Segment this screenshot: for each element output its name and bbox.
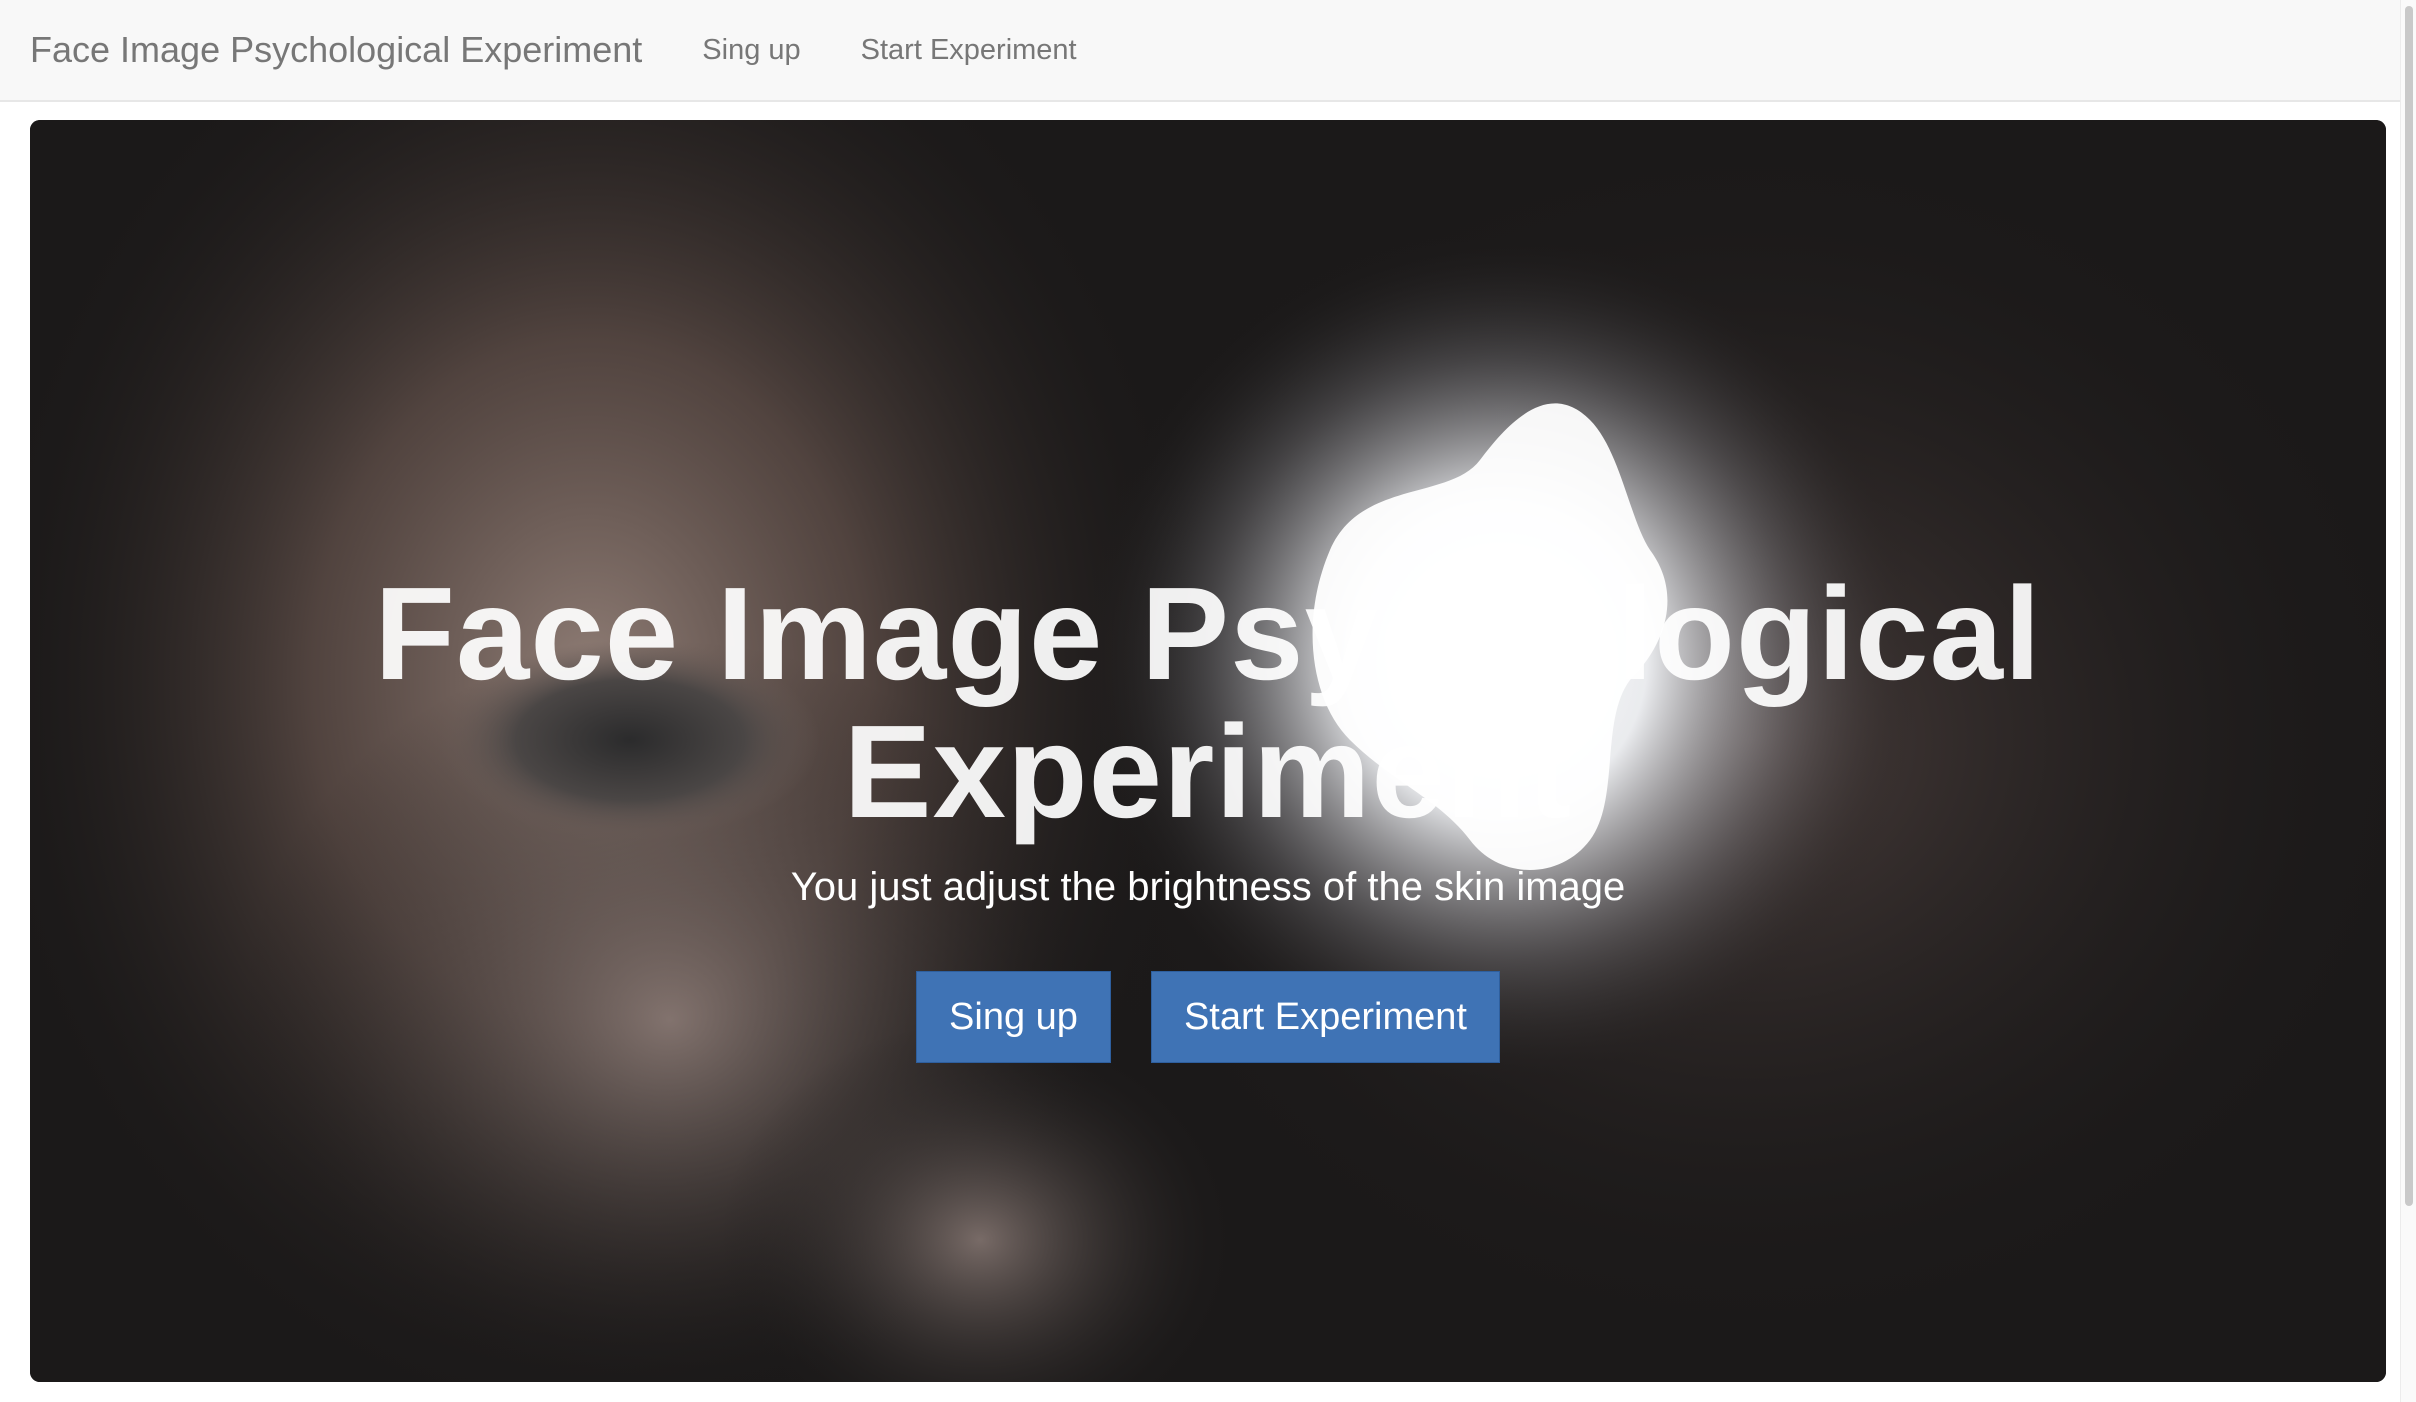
nav-link-sign-up[interactable]: Sing up xyxy=(702,34,800,67)
sign-up-button[interactable]: Sing up xyxy=(916,971,1111,1063)
hero-jumbotron: Face Image Psychological Experiment You … xyxy=(30,120,2386,1382)
nav-link-start-experiment[interactable]: Start Experiment xyxy=(861,34,1077,67)
scrollbar-thumb[interactable] xyxy=(2405,6,2413,1206)
page-scrollbar[interactable] xyxy=(2400,0,2416,1402)
top-navbar: Face Image Psychological Experiment Sing… xyxy=(0,0,2400,102)
hero-subtitle: You just adjust the brightness of the sk… xyxy=(790,865,1626,909)
navbar-brand[interactable]: Face Image Psychological Experiment xyxy=(30,29,642,71)
hero-content: Face Image Psychological Experiment You … xyxy=(30,120,2386,1382)
hero-button-row: Sing up Start Experiment xyxy=(30,971,2386,1063)
hero-title: Face Image Psychological Experiment xyxy=(374,560,2042,845)
start-experiment-button[interactable]: Start Experiment xyxy=(1150,971,1500,1063)
